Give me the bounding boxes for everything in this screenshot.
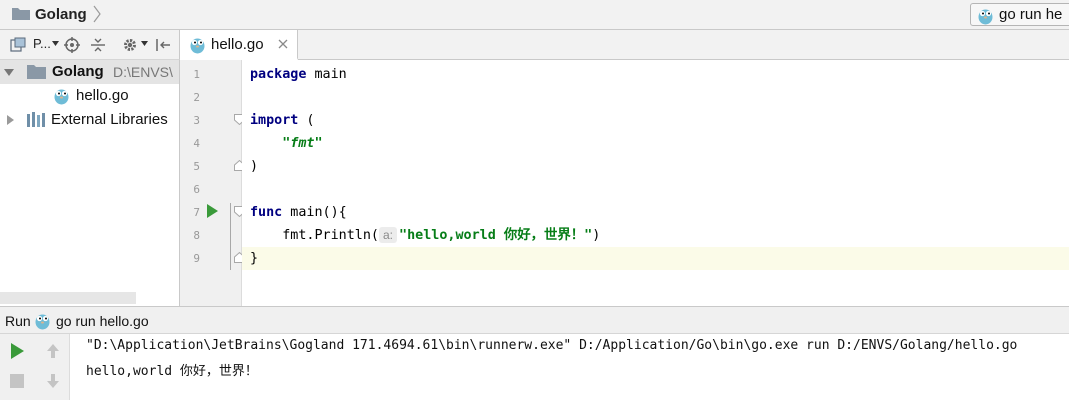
caret-line-highlight (242, 247, 1069, 270)
tree-file-label: hello.go (76, 87, 129, 104)
tree-root-path: D:\ENVS\ (113, 64, 173, 80)
gopher-icon (978, 9, 993, 25)
line-number: 4 (193, 137, 200, 150)
line-number: 9 (193, 252, 200, 265)
code-line-3: import ( (250, 109, 315, 132)
run-configuration-label: go run he (999, 6, 1063, 23)
line-number: 5 (193, 160, 200, 173)
tab-hello-go[interactable]: hello.go (180, 30, 298, 60)
code-text: main (306, 67, 347, 82)
code-line-9: } (250, 247, 258, 270)
line-number: 7 (193, 206, 200, 219)
code-text: ) (250, 159, 259, 174)
hide-panel-icon[interactable] (155, 37, 171, 53)
gear-icon[interactable] (122, 37, 138, 53)
run-panel-header: Run go run hello.go (0, 306, 1069, 334)
code-text: ( (298, 113, 315, 128)
tab-label: hello.go (211, 36, 264, 53)
string-literal: "fmt" (282, 136, 323, 151)
code-text: } (250, 251, 259, 266)
close-icon[interactable] (278, 39, 288, 49)
code-text: fmt.Println( (282, 228, 379, 243)
parameter-hint: a: (379, 227, 398, 243)
arrow-down-icon[interactable] (44, 372, 62, 390)
gopher-icon (54, 89, 69, 105)
tree-item-hello-go[interactable]: hello.go (0, 84, 179, 108)
arrow-up-icon[interactable] (44, 342, 62, 360)
code-editor[interactable]: package main import ( "fmt" ) func main(… (242, 60, 1069, 306)
code-line-1: package main (250, 63, 347, 86)
chevron-right-icon (93, 5, 101, 23)
code-line-5: ) (250, 155, 258, 178)
gear-dropdown-arrow-icon[interactable] (141, 41, 148, 47)
project-toolbar: P... (0, 30, 180, 60)
project-view-icon[interactable] (10, 37, 26, 53)
keyword: func (250, 205, 283, 220)
tree-libraries-label: External Libraries (51, 111, 168, 128)
run-gutter-icon[interactable] (206, 204, 218, 218)
collapsed-arrow-icon[interactable] (5, 115, 15, 125)
line-number: 1 (193, 68, 200, 81)
string-literal: "hello,world 你好，世界！" (399, 228, 593, 243)
locate-target-icon[interactable] (64, 37, 80, 53)
keyword: package (250, 67, 307, 82)
code-line-8: fmt.Println(a: "hello,world 你好，世界！") (250, 224, 600, 247)
tree-root-label: Golang (52, 63, 104, 80)
run-tab-label[interactable]: go run hello.go (56, 313, 149, 329)
line-number: 8 (193, 229, 200, 242)
folder-icon (27, 65, 46, 79)
dropdown-arrow-icon[interactable] (52, 41, 59, 47)
horizontal-scrollbar[interactable] (0, 292, 136, 304)
code-line-7: func main(){ (250, 201, 347, 224)
tree-item-golang[interactable]: Golang D:\ENVS\ (0, 60, 179, 84)
folder-icon (12, 8, 30, 20)
project-view-selector[interactable]: P... (33, 36, 51, 51)
fold-guide (230, 203, 231, 270)
project-tree: Golang D:\ENVS\ hello.go External Librar… (0, 60, 180, 306)
library-icon (27, 112, 45, 127)
line-number: 3 (193, 114, 200, 127)
tree-item-external-libraries[interactable]: External Libraries (0, 108, 179, 132)
code-text: main(){ (282, 205, 347, 220)
run-toolbar (0, 334, 70, 400)
code-text: ) (592, 228, 601, 243)
code-line-4: "fmt" (250, 132, 323, 155)
keyword: import (250, 113, 299, 128)
console-line: "D:\Application\JetBrains\Gogland 171.46… (86, 338, 1018, 353)
run-configuration-selector[interactable]: go run he (970, 3, 1069, 26)
gopher-icon (35, 314, 50, 330)
console-line: hello,world 你好，世界！ (86, 364, 258, 379)
line-number: 6 (193, 183, 200, 196)
stop-icon[interactable] (8, 372, 26, 390)
breadcrumb-project[interactable]: Golang (35, 6, 87, 23)
run-panel-title: Run (5, 313, 31, 329)
gopher-icon (190, 38, 205, 54)
editor-tab-bar: hello.go (180, 30, 1069, 60)
expanded-arrow-icon[interactable] (4, 67, 14, 77)
console-output[interactable]: "D:\Application\JetBrains\Gogland 171.46… (70, 334, 1069, 400)
line-number: 2 (193, 91, 200, 104)
navigation-bar: Golang go run he (0, 0, 1069, 30)
rerun-icon[interactable] (8, 342, 26, 360)
collapse-all-icon[interactable] (90, 37, 106, 53)
editor-gutter: 1 2 3 4 5 6 7 8 9 (180, 60, 245, 306)
